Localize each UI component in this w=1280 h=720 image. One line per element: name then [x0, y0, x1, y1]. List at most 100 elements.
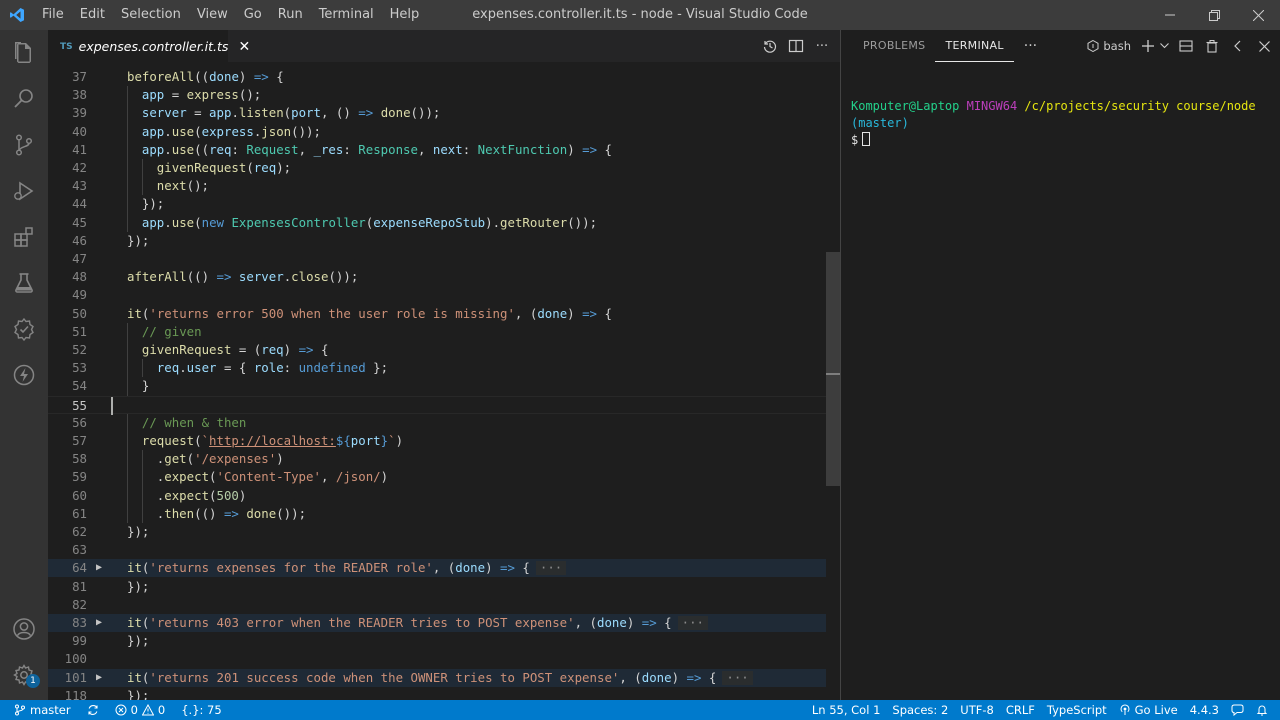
code-line[interactable]: 38 app = express();	[48, 86, 826, 105]
code-line[interactable]: 57 request(`http://localhost:${port}`)	[48, 432, 826, 451]
menu-terminal[interactable]: Terminal	[311, 0, 382, 30]
code-line[interactable]: 44});	[48, 195, 826, 214]
indentation-status[interactable]: Spaces: 2	[886, 703, 954, 717]
code-line[interactable]: 40 app.use(express.json());	[48, 122, 826, 141]
code-line[interactable]: 53 req.user = { role: undefined };	[48, 359, 826, 378]
problems-status[interactable]: 0 0	[109, 703, 172, 717]
code-line[interactable]: 55	[48, 395, 826, 415]
code-line[interactable]: 118});	[48, 687, 826, 700]
split-terminal-button[interactable]	[1177, 37, 1195, 55]
code-line[interactable]: 45 app.use(new ExpensesController(expense…	[48, 213, 826, 232]
kill-terminal-button[interactable]	[1203, 37, 1221, 55]
code-line[interactable]: 83 ▶ it('returns 403 error when the READER…	[48, 614, 826, 632]
run-debug-icon[interactable]	[0, 168, 48, 214]
fold-chevron-right-icon[interactable]: ▶	[96, 614, 102, 632]
code-line[interactable]: 64 ▶ it('returns expenses for the READER r…	[48, 559, 826, 578]
remote-explorer-icon[interactable]	[0, 306, 48, 352]
code-line[interactable]: 42 givenRequest(req);	[48, 159, 826, 178]
sync-button[interactable]	[81, 704, 105, 716]
timeline-history-button[interactable]	[760, 36, 780, 56]
code-line[interactable]: 46});	[48, 232, 826, 250]
indent-guide	[127, 86, 128, 105]
code-line[interactable]: 63	[48, 541, 826, 559]
code-line[interactable]: 101 ▶ it('returns 201 success code when th…	[48, 668, 826, 687]
indent-guide	[127, 359, 128, 378]
code-line[interactable]: 82	[48, 596, 826, 614]
folded-region-ellipsis[interactable]: ···	[535, 561, 567, 576]
tab-close-icon[interactable]: ✕	[238, 39, 250, 55]
maximize-panel-button[interactable]	[1229, 37, 1247, 55]
settings-gear-icon[interactable]	[0, 652, 48, 698]
folded-region-ellipsis[interactable]: ···	[722, 670, 753, 685]
source-control-icon[interactable]	[0, 122, 48, 168]
menu-view[interactable]: View	[189, 0, 236, 30]
code-line[interactable]: 47	[48, 250, 826, 268]
code-line[interactable]: 39 server = app.listen(port, () => done()…	[48, 104, 826, 123]
code-line[interactable]: 62});	[48, 523, 826, 541]
feedback-button[interactable]	[1225, 704, 1250, 716]
terminal-input-line[interactable]: $	[851, 132, 1276, 149]
folded-region-ellipsis[interactable]: ···	[677, 616, 708, 630]
code-line[interactable]: 50 it('returns error 500 when the user ro…	[48, 305, 826, 323]
tab-expenses-controller[interactable]: TS expenses.controller.it.ts ✕	[48, 30, 250, 62]
code-line[interactable]: 100	[48, 650, 826, 668]
split-editor-button[interactable]	[786, 36, 806, 56]
menu-selection[interactable]: Selection	[113, 0, 189, 30]
language-mode-status[interactable]: TypeScript	[1041, 703, 1113, 717]
live-share-icon[interactable]	[0, 352, 48, 398]
indent-guide	[141, 159, 143, 178]
terminal-output[interactable]: Komputer@Laptop MINGW64 /c/projects/secu…	[851, 98, 1276, 149]
fold-chevron-right-icon[interactable]: ▶	[96, 669, 102, 687]
new-terminal-button[interactable]	[1139, 37, 1157, 55]
code-line[interactable]: 81});	[48, 578, 826, 596]
menu-go[interactable]: Go	[236, 0, 270, 30]
code-line[interactable]: 49	[48, 286, 826, 304]
editor-scrollbar-thumb[interactable]	[826, 252, 840, 486]
code-editor[interactable]: 37 beforeAll((done) => {38 app = express()…	[48, 64, 840, 700]
code-line[interactable]: 43 next();	[48, 177, 826, 196]
extensions-icon[interactable]	[0, 214, 48, 260]
code-line[interactable]: 99});	[48, 632, 826, 650]
testing-icon[interactable]	[0, 260, 48, 306]
git-branch-status[interactable]: master	[8, 703, 77, 717]
notifications-button[interactable]	[1250, 704, 1274, 716]
code-line[interactable]: 48 afterAll(() => server.close());	[48, 268, 826, 286]
menu-help[interactable]: Help	[382, 0, 428, 30]
panel-more-icon[interactable]: ···	[1014, 38, 1047, 54]
account-icon[interactable]	[0, 606, 48, 652]
code-line[interactable]: 61 .then(() => done());	[48, 504, 826, 523]
split-editor-icon	[788, 39, 804, 53]
code-line[interactable]: 37 beforeAll((done) => {	[48, 68, 826, 86]
bracket-status[interactable]: {.}: 75	[175, 703, 227, 717]
explorer-icon[interactable]	[0, 30, 48, 76]
code-line[interactable]: 51 // given	[48, 322, 826, 341]
search-icon[interactable]	[0, 76, 48, 122]
restore-button[interactable]	[1192, 0, 1236, 30]
go-live-button[interactable]: Go Live	[1113, 703, 1184, 717]
encoding-status[interactable]: UTF-8	[954, 703, 1000, 717]
cursor-position-status[interactable]: Ln 55, Col 1	[806, 703, 887, 717]
code-line[interactable]: 56 // when & then	[48, 413, 826, 432]
menu-file[interactable]: File	[34, 0, 72, 30]
menu-edit[interactable]: Edit	[72, 0, 113, 30]
code-line[interactable]: 52 givenRequest = (req) => {	[48, 341, 826, 360]
code-line[interactable]: 58 .get('/expenses')	[48, 450, 826, 469]
code-line[interactable]: 54}	[48, 377, 826, 396]
tab-problems[interactable]: PROBLEMS	[853, 31, 935, 61]
terminal-dropdown-button[interactable]	[1159, 37, 1169, 55]
tab-terminal[interactable]: TERMINAL	[935, 31, 1014, 62]
fold-chevron-right-icon[interactable]: ▶	[96, 559, 102, 577]
code-text: req.user = { role: undefined };	[156, 360, 389, 376]
close-window-button[interactable]	[1236, 0, 1280, 30]
menu-run[interactable]: Run	[270, 0, 311, 30]
code-line[interactable]: 41 app.use((req: Request, _res: Response,…	[48, 140, 826, 159]
close-panel-button[interactable]	[1255, 37, 1273, 55]
more-actions-icon[interactable]: ···	[812, 36, 832, 56]
terminal-shell-select[interactable]: bash	[1087, 39, 1131, 53]
code-line[interactable]: 59 .expect('Content-Type', /json/)	[48, 468, 826, 487]
minimize-button[interactable]	[1148, 0, 1192, 30]
eol-status[interactable]: CRLF	[1000, 703, 1041, 717]
code-line[interactable]: 60 .expect(500)	[48, 486, 826, 505]
code-text: });	[141, 196, 165, 212]
ts-version-status[interactable]: 4.4.3	[1184, 703, 1225, 717]
